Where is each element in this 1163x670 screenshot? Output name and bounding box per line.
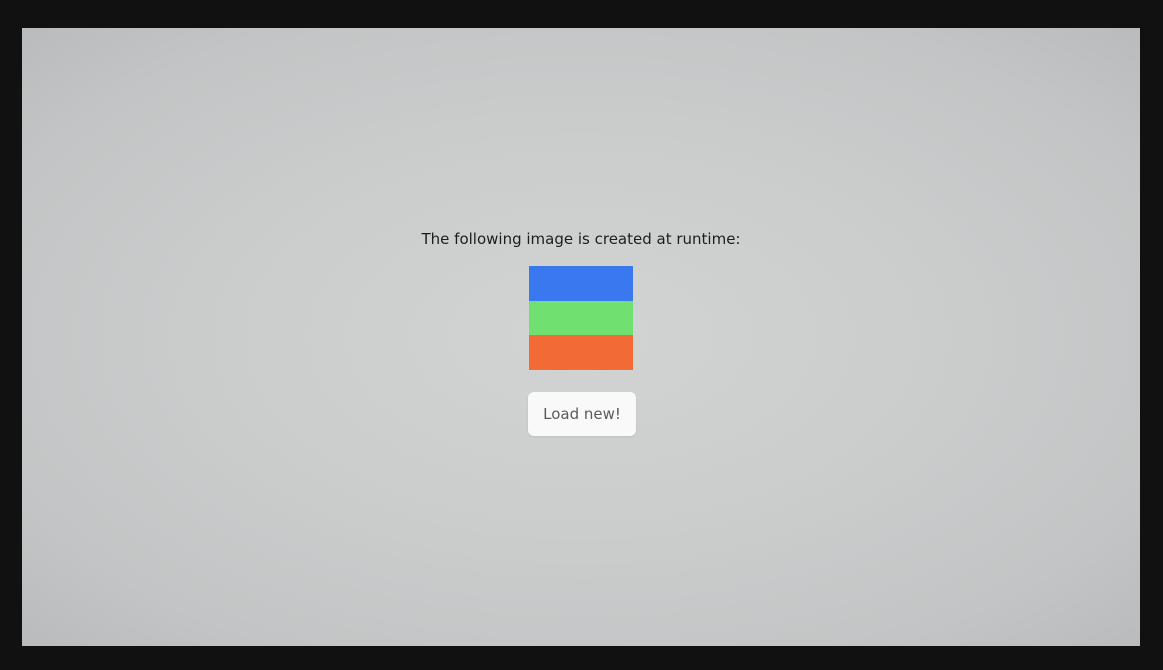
orange-stripe	[529, 335, 633, 371]
load-new-button[interactable]: Load new!	[528, 392, 636, 436]
blue-stripe	[529, 266, 633, 301]
device-bezel: The following image is created at runtim…	[0, 0, 1163, 670]
display-screen: The following image is created at runtim…	[22, 28, 1140, 646]
runtime-generated-image	[529, 266, 633, 371]
green-stripe	[529, 300, 633, 336]
runtime-image-caption: The following image is created at runtim…	[421, 230, 741, 248]
